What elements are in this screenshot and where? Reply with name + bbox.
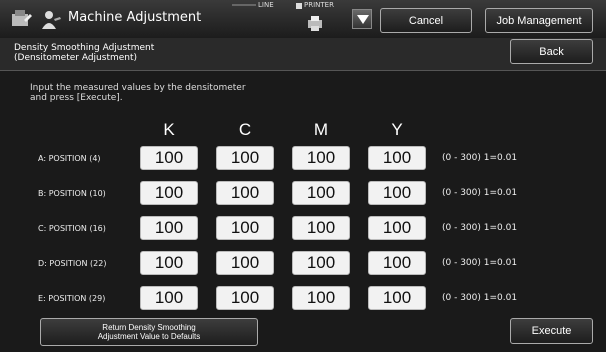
value-input-b-k[interactable]: 100 [140,181,198,205]
range-label-d: (0 - 300) 1=0.01 [442,258,518,268]
instruction-text-line2: and press [Execute]. [30,93,123,103]
value-input-a-c[interactable]: 100 [216,146,274,170]
value-input-e-k[interactable]: 100 [140,286,198,310]
row-label-position-a: A: POSITION (4) [38,154,101,163]
instruction-text-line1: Input the measured values by the densito… [30,83,246,93]
status-dropdown-button[interactable] [352,9,372,29]
value-input-c-k[interactable]: 100 [140,216,198,240]
line-indicator [232,4,256,6]
column-header-y: Y [391,120,403,139]
value-input-d-y[interactable]: 100 [368,251,426,275]
printer-label: PRINTER [304,1,334,9]
value-input-e-c[interactable]: 100 [216,286,274,310]
value-input-a-y[interactable]: 100 [368,146,426,170]
cancel-button[interactable]: Cancel [380,8,472,33]
range-label-c: (0 - 300) 1=0.01 [442,223,518,233]
row-label-position-c: C: POSITION (16) [38,224,106,233]
machine-adjustment-icon [12,10,32,26]
return-button-label-line1: Return Density Smoothing [102,323,196,332]
row-label-position-e: E: POSITION (29) [38,294,106,303]
service-person-icon [42,11,61,29]
value-input-c-m[interactable]: 100 [292,216,350,240]
column-header-k: K [163,120,175,139]
row-label-position-d: D: POSITION (22) [38,259,107,268]
range-label-e: (0 - 300) 1=0.01 [442,293,518,303]
value-input-e-m[interactable]: 100 [292,286,350,310]
row-label-position-b: B: POSITION (10) [38,189,106,198]
column-header-m: M [313,120,329,139]
value-input-c-y[interactable]: 100 [368,216,426,240]
column-header-c: C [238,120,252,139]
line-label: LINE [258,1,274,9]
return-button-label-line2: Adjustment Value to Defaults [97,332,201,341]
range-label-a: (0 - 300) 1=0.01 [442,153,518,163]
job-management-button[interactable]: Job Management [485,8,593,33]
range-label-b: (0 - 300) 1=0.01 [442,188,518,198]
screen-title: Density Smoothing Adjustment [14,43,155,53]
value-input-b-y[interactable]: 100 [368,181,426,205]
printer-icon [308,16,322,31]
value-input-c-c[interactable]: 100 [216,216,274,240]
chevron-down-icon [357,15,369,24]
value-input-d-k[interactable]: 100 [140,251,198,275]
return-to-defaults-button[interactable]: Return Density Smoothing Adjustment Valu… [40,318,258,346]
value-input-e-y[interactable]: 100 [368,286,426,310]
page-title: Machine Adjustment [68,10,202,25]
value-input-b-m[interactable]: 100 [292,181,350,205]
execute-button[interactable]: Execute [510,318,593,344]
screen-subtitle: (Densitometer Adjustment) [14,53,138,63]
value-input-b-c[interactable]: 100 [216,181,274,205]
printer-status-indicator [296,3,302,9]
back-button[interactable]: Back [510,39,593,64]
value-input-d-m[interactable]: 100 [292,251,350,275]
value-input-a-m[interactable]: 100 [292,146,350,170]
value-input-d-c[interactable]: 100 [216,251,274,275]
value-input-a-k[interactable]: 100 [140,146,198,170]
